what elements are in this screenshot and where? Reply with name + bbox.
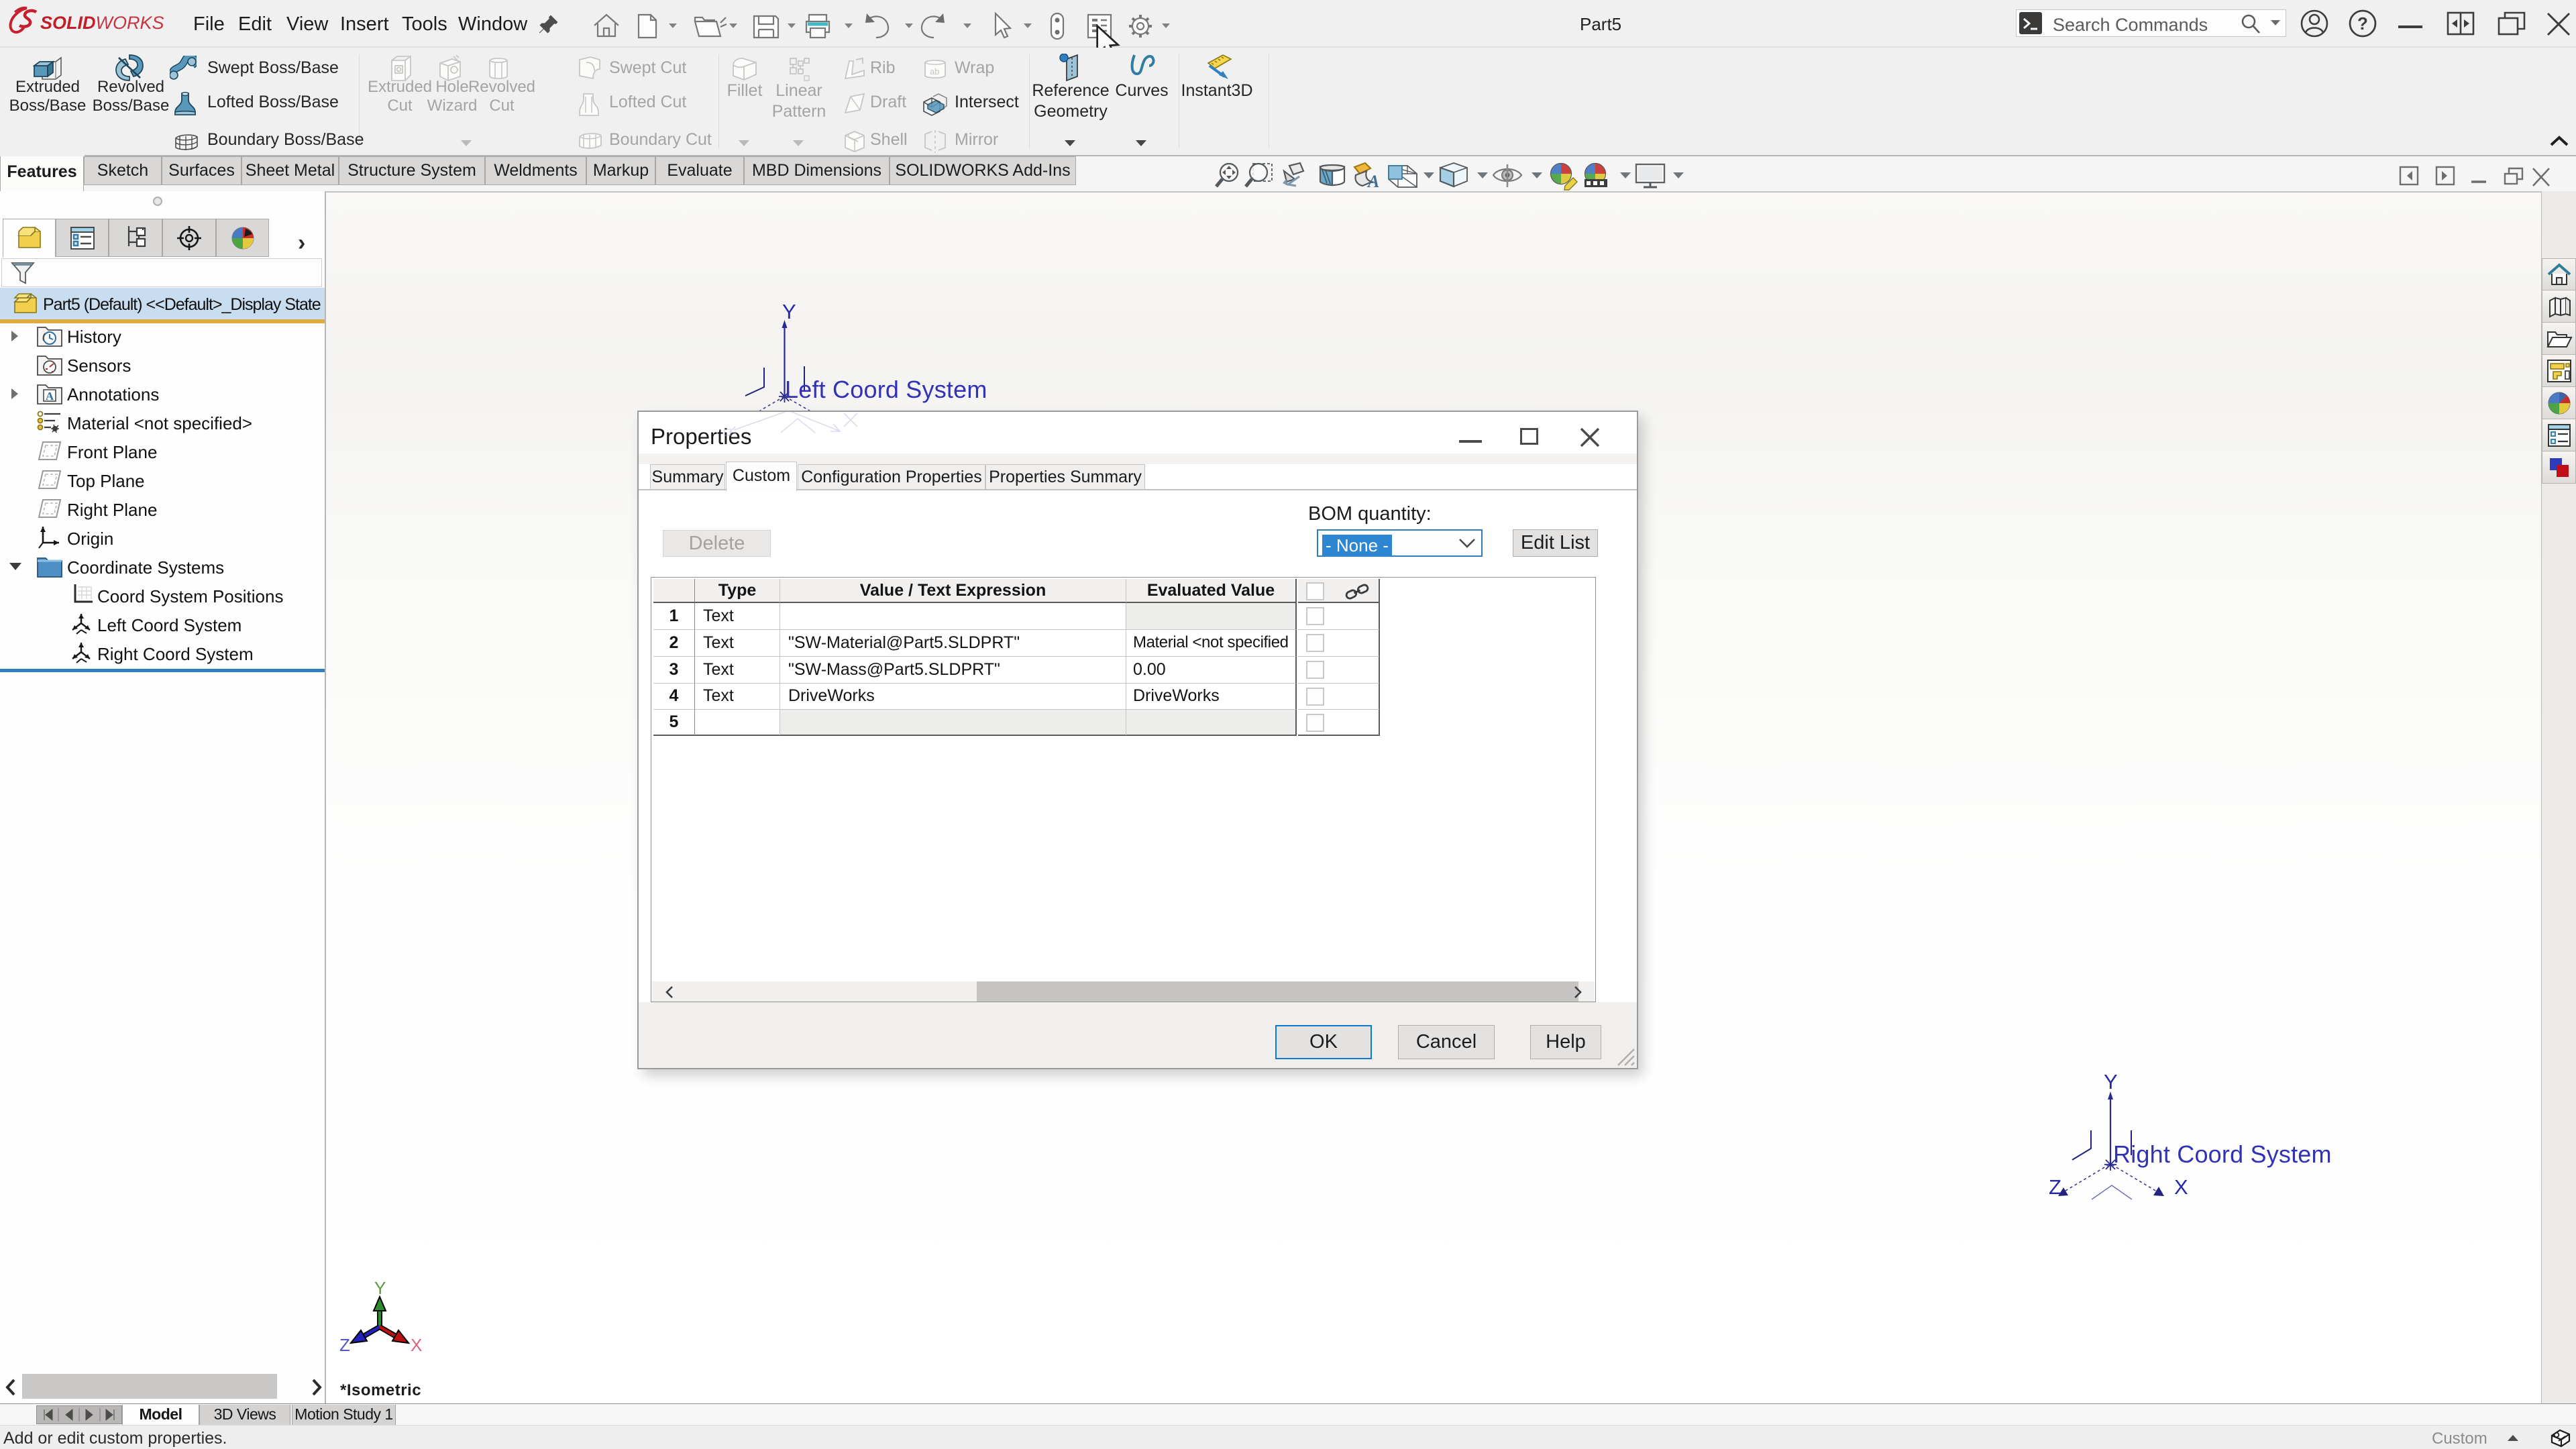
svg-text:Z: Z <box>2049 1175 2061 1199</box>
svg-text:A: A <box>1366 172 1379 191</box>
svg-text:ab: ab <box>930 66 939 76</box>
svg-text:A: A <box>46 390 54 402</box>
svg-text:Y: Y <box>2104 1070 2118 1093</box>
svg-text:Z: Z <box>339 1335 350 1353</box>
svg-text:Y: Y <box>374 1278 386 1298</box>
svg-text:X: X <box>411 1335 422 1353</box>
svg-text:X: X <box>2174 1175 2188 1199</box>
svg-text:?: ? <box>2357 13 2368 34</box>
svg-text:Y: Y <box>782 300 796 323</box>
